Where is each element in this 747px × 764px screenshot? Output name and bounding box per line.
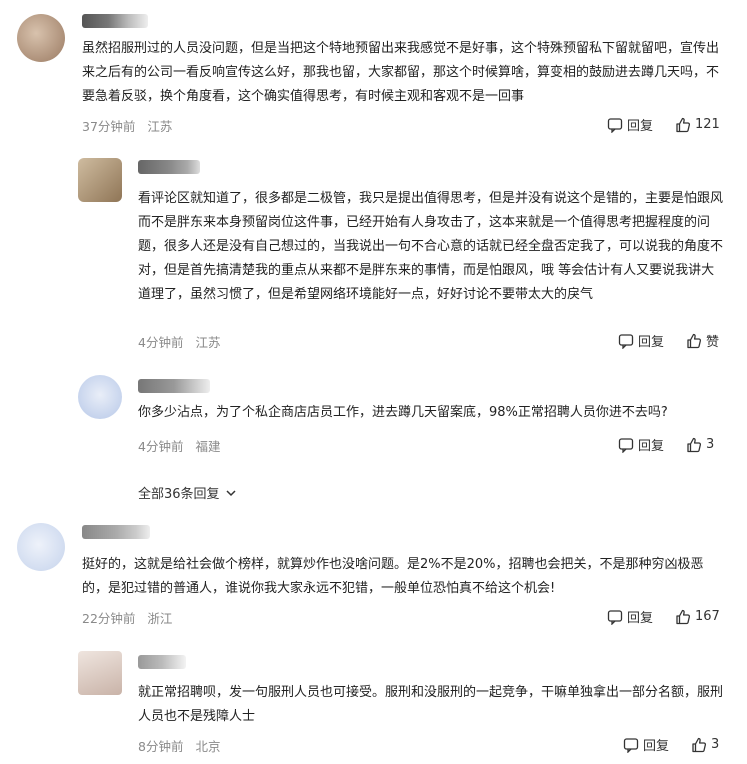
thumbs-up-icon (687, 437, 702, 452)
like-button[interactable]: 3 (686, 437, 714, 453)
comment-meta: 22分钟前 浙江 (82, 608, 172, 627)
location: 福建 (195, 439, 221, 454)
comment-bubble-icon (607, 117, 623, 133)
reply-actions: 回复 3 (623, 735, 719, 754)
reply-text: 就正常招聘呗，发一句服刑人员也可接受。服刑和没服刑的一起竞争，干嘛单独拿出一部分… (138, 685, 724, 724)
avatar[interactable] (78, 158, 122, 202)
comment-bubble-icon (618, 437, 634, 453)
reply-button[interactable]: 回复 (618, 435, 664, 454)
reply-label: 回复 (627, 611, 654, 626)
like-count: 167 (695, 609, 720, 624)
reply-button[interactable]: 回复 (607, 607, 653, 626)
username-blurred[interactable] (82, 14, 148, 28)
comment-bubble-icon (618, 333, 634, 349)
thumbs-up-icon (676, 117, 691, 132)
comment-bubble-icon (623, 737, 639, 753)
comment-1: 虽然招服刑过的人员没问题，但是当把这个特地预留出来我感觉不是好事，这个特殊预留私… (0, 0, 747, 145)
comment-actions: 回复 167 (607, 607, 720, 626)
reply-actions: 回复 赞 (618, 331, 719, 350)
chevron-down-icon (226, 489, 236, 496)
timestamp: 8分钟前 (138, 739, 184, 754)
comment-text: 虽然招服刑过的人员没问题，但是当把这个特地预留出来我感觉不是好事，这个特殊预留私… (82, 41, 720, 104)
like-count: 121 (695, 117, 720, 132)
timestamp: 22分钟前 (82, 611, 136, 626)
reply-button[interactable]: 回复 (623, 735, 669, 754)
avatar[interactable] (17, 523, 65, 571)
avatar[interactable] (17, 14, 65, 62)
like-button[interactable]: 赞 (686, 331, 719, 350)
comment-meta: 37分钟前 江苏 (82, 116, 172, 135)
username-blurred[interactable] (138, 160, 200, 174)
avatar[interactable] (78, 651, 122, 695)
avatar[interactable] (78, 375, 122, 419)
timestamp: 37分钟前 (82, 119, 136, 134)
like-button[interactable]: 121 (675, 117, 720, 133)
timestamp: 4分钟前 (138, 439, 184, 454)
comment-2: 挺好的，这就是给社会做个榜样，就算炒作也没啥问题。是2%不是20%，招聘也会把关… (0, 515, 747, 630)
comment-text: 挺好的，这就是给社会做个榜样，就算炒作也没啥问题。是2%不是20%，招聘也会把关… (82, 557, 704, 596)
location: 江苏 (147, 119, 173, 134)
thumbs-up-icon (676, 609, 691, 624)
reply-label: 回复 (627, 119, 654, 134)
location: 江苏 (195, 335, 221, 350)
thumbs-up-icon (687, 333, 702, 348)
reply-label: 回复 (643, 739, 670, 754)
show-all-replies-button[interactable]: 全部36条回复 (138, 483, 238, 502)
username-blurred[interactable] (82, 525, 150, 539)
reply-meta: 4分钟前 江苏 (138, 332, 220, 351)
username-blurred[interactable] (138, 655, 186, 669)
reply-1: 看评论区就知道了，很多都是二极管，我只是提出值得思考，但是并没有说这个是错的，主… (0, 150, 747, 355)
like-button[interactable]: 3 (691, 737, 719, 753)
reply-3: 就正常招聘呗，发一句服刑人员也可接受。服刑和没服刑的一起竞争，干嘛单独拿出一部分… (0, 645, 747, 764)
location: 北京 (195, 739, 221, 754)
like-count: 3 (706, 437, 715, 452)
comment-actions: 回复 121 (607, 115, 720, 134)
like-label: 赞 (706, 335, 720, 350)
reply-label: 回复 (638, 335, 665, 350)
reply-actions: 回复 3 (618, 435, 714, 454)
reply-button[interactable]: 回复 (618, 331, 664, 350)
location: 浙江 (147, 611, 173, 626)
reply-text: 你多少沾点，为了个私企商店店员工作，进去蹲几天留案底，98%正常招聘人员你进不去… (138, 405, 668, 420)
show-all-replies-label: 全部36条回复 (138, 487, 220, 502)
reply-meta: 4分钟前 福建 (138, 436, 220, 455)
thumbs-up-icon (692, 737, 707, 752)
reply-meta: 8分钟前 北京 (138, 736, 220, 755)
like-count: 3 (711, 737, 720, 752)
reply-2: 你多少沾点，为了个私企商店店员工作，进去蹲几天留案底，98%正常招聘人员你进不去… (0, 370, 747, 470)
reply-label: 回复 (638, 439, 665, 454)
reply-text: 看评论区就知道了，很多都是二极管，我只是提出值得思考，但是并没有说这个是错的，主… (138, 191, 724, 302)
like-button[interactable]: 167 (675, 609, 720, 625)
username-blurred[interactable] (138, 379, 210, 393)
timestamp: 4分钟前 (138, 335, 184, 350)
reply-button[interactable]: 回复 (607, 115, 653, 134)
comment-bubble-icon (607, 609, 623, 625)
